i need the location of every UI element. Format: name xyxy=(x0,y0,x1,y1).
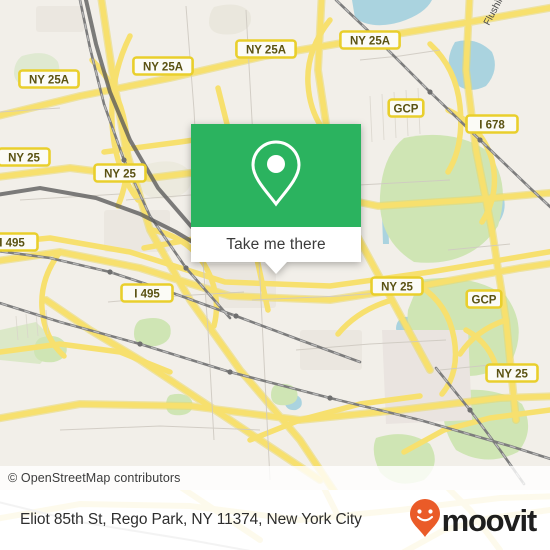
road-shield: NY 25 xyxy=(0,147,51,167)
moovit-wordmark: moovit xyxy=(441,502,538,538)
road-shield: NY 25A xyxy=(132,56,194,76)
road-shield: I 495 xyxy=(0,232,39,252)
take-me-there-button[interactable]: Take me there xyxy=(226,236,326,254)
popup-footer[interactable]: Take me there xyxy=(191,227,361,274)
road-shield-label: GCP xyxy=(472,294,497,306)
road-shield: NY 25 xyxy=(370,276,424,296)
road-shield-label: NY 25 xyxy=(8,152,40,164)
road-shield: GCP xyxy=(387,98,425,118)
road-shield: GCP xyxy=(465,289,503,309)
road-shield: NY 25 xyxy=(93,163,147,183)
moovit-smiley-pin-icon xyxy=(409,498,441,543)
road-shield-label: I 495 xyxy=(0,237,25,249)
road-shield-label: NY 25A xyxy=(29,74,69,86)
footer-bar: Eliot 85th St, Rego Park, NY 11374, New … xyxy=(0,490,550,550)
road-shield: NY 25 xyxy=(485,363,539,383)
road-shield-label: NY 25A xyxy=(350,35,390,47)
road-shield-label: NY 25A xyxy=(246,44,286,56)
road-shield-label: NY 25A xyxy=(143,61,183,73)
location-address: Eliot 85th St, Rego Park, NY 11374, New … xyxy=(20,511,362,528)
road-shield-label: GCP xyxy=(394,103,419,115)
road-shield: NY 25A xyxy=(235,39,297,59)
road-shield: NY 25A xyxy=(18,69,80,89)
road-shield-label: NY 25 xyxy=(104,168,136,180)
road-shield-label: NY 25 xyxy=(496,368,528,380)
road-shield: NY 25A xyxy=(339,30,401,50)
popup-header xyxy=(191,124,361,227)
moovit-map-screenshot: NY 25A NY 25A NY 25A NY 25A GCP I 678 NY 25 NY … xyxy=(0,0,550,550)
location-popup[interactable]: Take me there xyxy=(191,124,361,274)
road-shield: I 495 xyxy=(120,283,174,303)
road-shield-label: NY 25 xyxy=(381,281,413,293)
map-pin-icon xyxy=(248,138,304,213)
map-attribution[interactable]: © OpenStreetMap contributors xyxy=(0,466,550,490)
road-shield: I 678 xyxy=(465,114,519,134)
popup-tail xyxy=(265,262,287,274)
moovit-logo[interactable]: moovit xyxy=(409,498,538,543)
road-shield-label: I 678 xyxy=(479,119,505,131)
road-shield-label: I 495 xyxy=(134,288,160,300)
